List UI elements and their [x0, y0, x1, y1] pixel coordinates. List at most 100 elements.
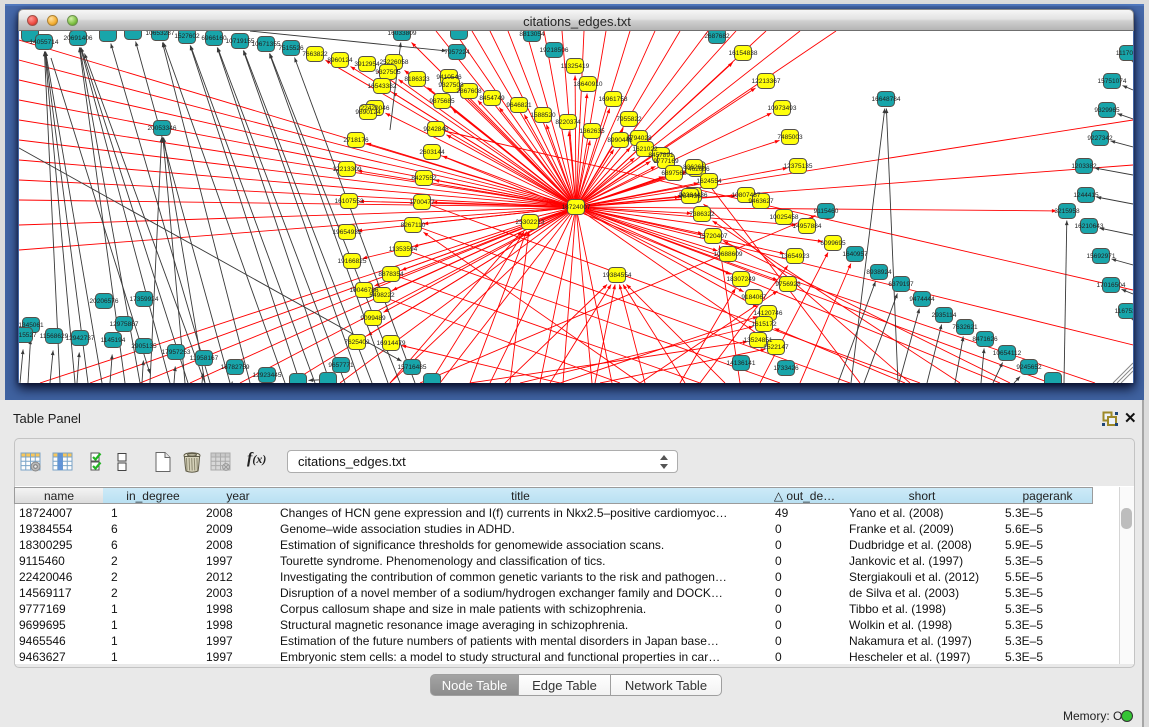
svg-text:17359924: 17359924 — [130, 296, 159, 303]
svg-text:1615172: 1615172 — [751, 321, 777, 328]
svg-text:16543382: 16543382 — [368, 83, 397, 90]
svg-text:13654923: 13654923 — [781, 253, 810, 260]
svg-text:16154838: 16154838 — [729, 50, 758, 57]
svg-text:10688609: 10688609 — [714, 251, 743, 258]
svg-text:17016504: 17016504 — [1097, 282, 1126, 289]
svg-text:25302213: 25302213 — [516, 219, 545, 226]
svg-text:10654112: 10654112 — [993, 350, 1022, 357]
svg-text:1244415: 1244415 — [1073, 192, 1099, 199]
svg-text:964436: 964436 — [679, 193, 701, 200]
svg-text:8878354: 8878354 — [378, 271, 404, 278]
svg-text:16961758: 16961758 — [599, 96, 628, 103]
svg-text:14055714: 14055714 — [30, 39, 59, 46]
svg-text:7515526: 7515526 — [278, 45, 304, 52]
svg-text:6966160: 6966160 — [201, 35, 227, 42]
svg-text:10025458: 10025458 — [770, 214, 799, 221]
svg-text:6099695: 6099695 — [820, 240, 846, 247]
svg-text:7955822: 7955822 — [616, 116, 642, 123]
svg-text:12923445: 12923445 — [253, 372, 282, 379]
svg-text:14136141: 14136141 — [727, 360, 756, 367]
svg-text:12975887: 12975887 — [110, 321, 139, 328]
svg-text:6897568: 6897568 — [661, 170, 687, 177]
svg-text:10671355: 10671355 — [252, 41, 281, 48]
svg-text:9646821: 9646821 — [506, 102, 532, 109]
svg-text:9777169: 9777169 — [653, 158, 679, 165]
svg-text:1145194: 1145194 — [101, 337, 126, 344]
svg-text:11958167: 11958167 — [190, 355, 219, 362]
svg-text:8220374: 8220374 — [555, 119, 581, 126]
svg-text:9329965: 9329965 — [1094, 107, 1120, 114]
svg-text:8938924: 8938924 — [866, 269, 892, 276]
svg-text:20053346: 20053346 — [148, 125, 177, 132]
svg-text:1117034: 1117034 — [1116, 50, 1133, 57]
svg-text:20691406: 20691406 — [64, 35, 93, 42]
svg-text:11353594: 11353594 — [389, 246, 418, 253]
svg-text:8960124: 8960124 — [327, 57, 353, 64]
svg-text:12942737: 12942737 — [66, 335, 95, 342]
svg-text:9115460: 9115460 — [814, 208, 839, 215]
svg-text:14120746: 14120746 — [754, 310, 783, 317]
svg-text:9245652: 9245652 — [1016, 364, 1042, 371]
svg-text:15751074: 15751074 — [1098, 78, 1127, 85]
svg-text:2935114: 2935114 — [932, 312, 957, 319]
svg-text:13524851: 13524851 — [744, 337, 773, 344]
svg-text:11325419: 11325419 — [561, 63, 590, 70]
svg-text:7485003: 7485003 — [777, 134, 803, 141]
svg-text:10719155: 10719155 — [226, 38, 255, 45]
svg-text:16782759: 16782759 — [221, 364, 250, 371]
svg-text:15716485: 15716485 — [398, 364, 427, 371]
svg-text:2905135: 2905135 — [131, 343, 157, 350]
svg-text:3215958: 3215958 — [1054, 208, 1080, 215]
svg-text:2867608: 2867608 — [456, 88, 482, 95]
svg-text:9410546: 9410546 — [436, 74, 462, 81]
svg-text:8813054: 8813054 — [519, 31, 545, 38]
svg-text:10973493: 10973493 — [768, 105, 797, 112]
svg-text:9474444: 9474444 — [909, 296, 935, 303]
svg-text:15720407: 15720407 — [699, 233, 728, 240]
svg-text:16914479: 16914479 — [377, 340, 406, 347]
svg-text:19218506: 19218506 — [540, 47, 569, 54]
svg-text:2718176: 2718176 — [343, 137, 369, 144]
svg-text:16648784: 16648784 — [872, 96, 901, 103]
svg-text:12213309: 12213309 — [333, 166, 362, 173]
svg-text:12375135: 12375135 — [784, 163, 813, 170]
svg-text:8186323: 8186323 — [404, 76, 430, 83]
svg-text:6794028: 6794028 — [626, 135, 652, 142]
svg-text:10653287: 10653287 — [146, 31, 175, 37]
svg-text:9242848: 9242848 — [423, 126, 449, 133]
svg-text:9657771: 9657771 — [328, 362, 354, 369]
svg-text:7632621: 7632621 — [952, 324, 978, 331]
svg-text:9890124: 9890124 — [355, 109, 381, 116]
svg-text:9099489: 9099489 — [360, 315, 386, 322]
svg-text:18724007: 18724007 — [562, 204, 591, 211]
svg-text:7957224: 7957224 — [444, 49, 470, 56]
svg-text:17957253: 17957253 — [162, 349, 191, 356]
svg-text:12213367: 12213367 — [752, 78, 781, 85]
svg-text:1640957: 1640957 — [842, 251, 868, 258]
svg-text:1167534: 1167534 — [1115, 308, 1133, 315]
svg-text:6379197: 6379197 — [888, 281, 914, 288]
svg-text:1203382: 1203382 — [1071, 163, 1097, 170]
svg-text:19166825: 19166825 — [338, 258, 367, 265]
svg-text:1362635: 1362635 — [579, 128, 605, 135]
svg-text:14957884: 14957884 — [793, 223, 822, 230]
svg-text:1588520: 1588520 — [530, 112, 556, 119]
svg-text:20206576: 20206576 — [90, 298, 119, 305]
svg-text:15692971: 15692971 — [1087, 253, 1116, 260]
svg-text:8427552: 8427552 — [411, 175, 437, 182]
svg-text:7663822: 7663822 — [302, 51, 328, 58]
svg-text:19384554: 19384554 — [603, 272, 632, 279]
svg-text:16033809: 16033809 — [388, 31, 417, 37]
svg-text:5498222: 5498222 — [369, 292, 395, 299]
svg-text:9327505: 9327505 — [375, 69, 401, 76]
svg-text:8454749: 8454749 — [479, 95, 505, 102]
svg-text:9756928: 9756928 — [775, 281, 801, 288]
svg-text:8471626: 8471626 — [972, 336, 998, 343]
svg-text:16210643: 16210643 — [1075, 223, 1104, 230]
svg-text:8267110: 8267110 — [401, 222, 426, 229]
svg-text:25226058: 25226058 — [380, 59, 409, 66]
svg-text:9875685: 9875685 — [429, 98, 455, 105]
svg-text:2603144: 2603144 — [419, 149, 445, 156]
svg-text:18640910: 18640910 — [574, 81, 603, 88]
svg-text:7625402: 7625402 — [344, 339, 370, 346]
